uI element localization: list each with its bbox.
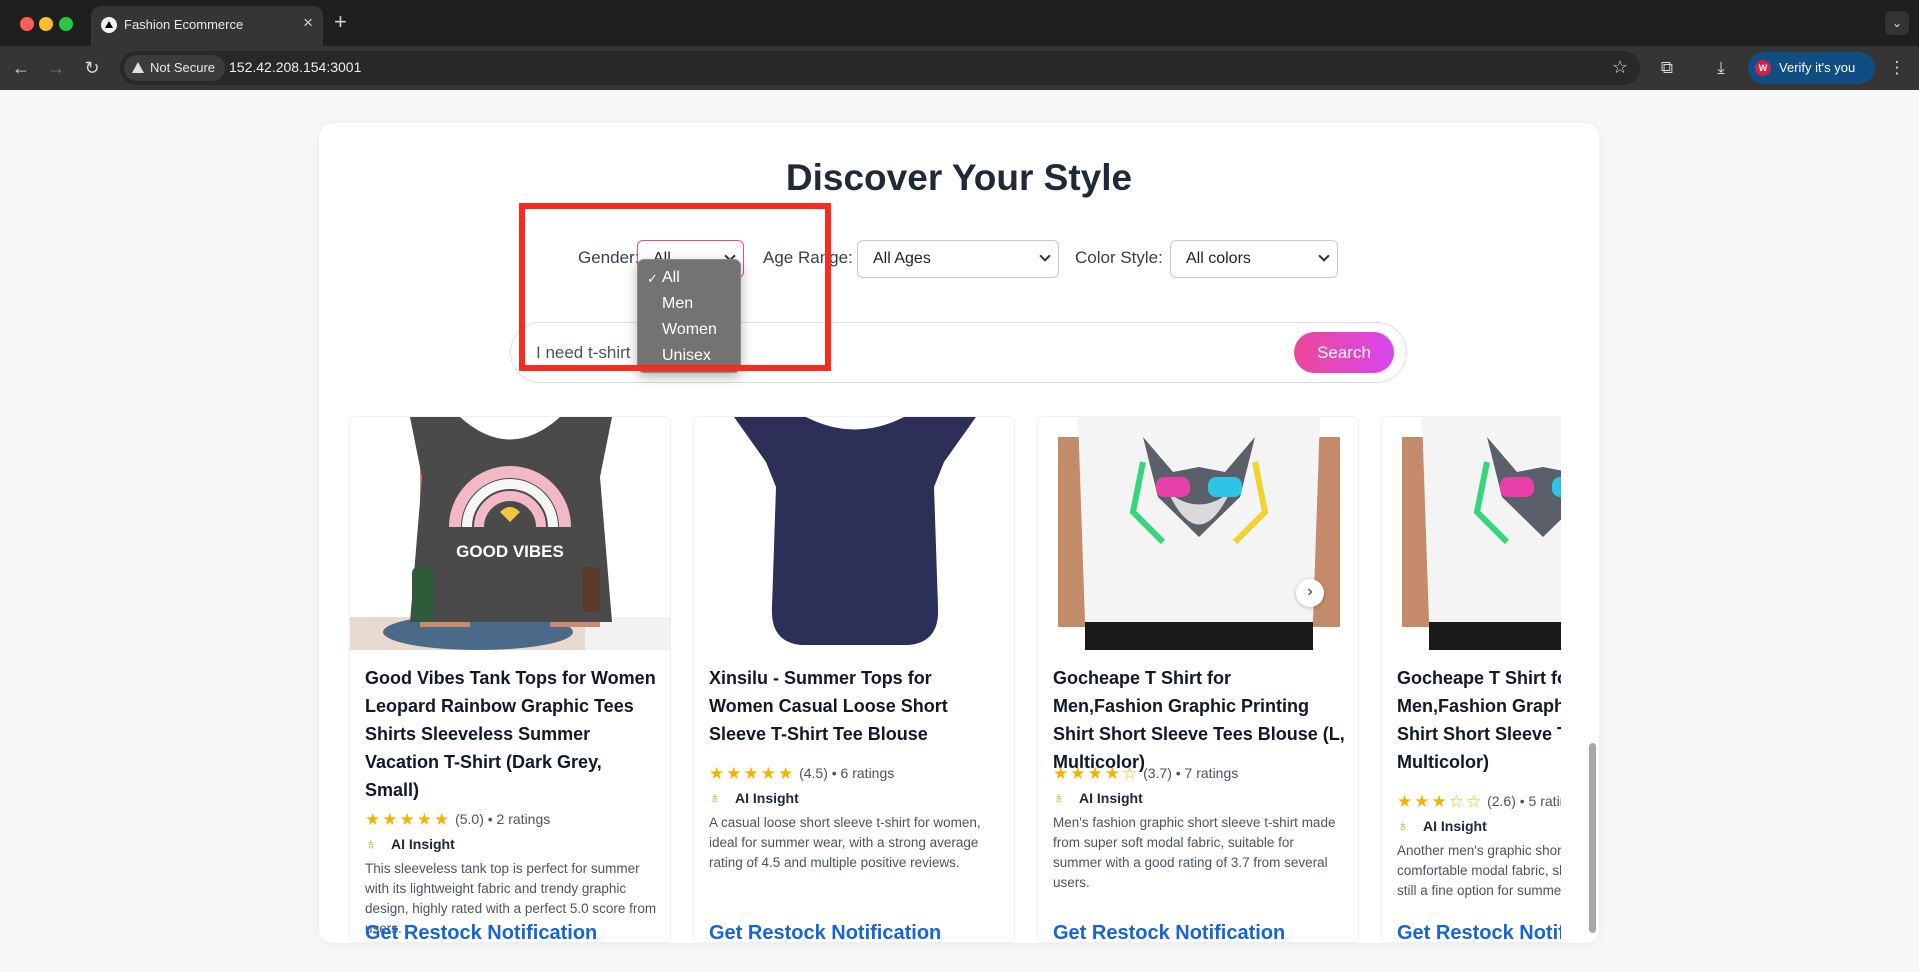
browser-tab-bar: Fashion Ecommerce × + ⌄ (0, 0, 1919, 46)
ai-insight-text: A casual loose short sleeve t-shirt for … (709, 815, 981, 870)
lightbulb-icon: ♁ (365, 836, 377, 853)
ai-insight-label: AI Insight (1079, 790, 1143, 806)
color-style-label: Color Style: (1075, 248, 1163, 267)
restock-notification-link[interactable]: Get Restock Notification (709, 922, 941, 942)
ai-insight-text: Men's fashion graphic short sleeve t-shi… (1053, 815, 1336, 890)
browser-toolbar: ← → ↻ Not Secure 152.42.208.154:3001 ☆ ⧉… (0, 46, 1919, 90)
tab-search-button[interactable]: ⌄ (1885, 11, 1909, 35)
rating-stars: ★★★☆☆ (1397, 792, 1484, 811)
tab-title: Fashion Ecommerce (124, 17, 244, 32)
address-bar[interactable]: Not Secure 152.42.208.154:3001 ☆ (120, 51, 1640, 85)
ai-insight-heading: ♁ AI Insight (709, 790, 799, 810)
rating-text: (4.5) • 6 ratings (799, 765, 895, 781)
lightbulb-icon: ♁ (709, 790, 721, 807)
lightbulb-icon: ♁ (1053, 790, 1065, 807)
carousel-next-button[interactable]: › (1296, 579, 1324, 607)
restock-notification-link[interactable]: Get Restock Notification (1397, 922, 1561, 942)
rating-text: (3.7) • 7 ratings (1143, 765, 1239, 781)
ai-insight-heading: ♁ AI Insight (365, 836, 455, 856)
restock-notification-link[interactable]: Get Restock Notification (365, 922, 597, 942)
minimize-window-button[interactable] (39, 17, 53, 31)
ai-insight-heading: ♁ AI Insight (1397, 818, 1487, 838)
lightbulb-icon: ♁ (1397, 818, 1409, 835)
new-tab-button[interactable]: + (334, 10, 347, 34)
rating-stars: ★★★★☆ (1053, 764, 1140, 783)
main-container: Discover Your Style Gender: All Age Rang… (319, 123, 1599, 943)
ai-insight-label: AI Insight (735, 790, 799, 806)
tab-close-button[interactable]: × (303, 14, 313, 32)
url-text[interactable]: 152.42.208.154:3001 (229, 59, 361, 75)
ai-insight-label: AI Insight (1423, 818, 1487, 834)
rating-text: (5.0) • 2 ratings (455, 811, 551, 827)
product-image[interactable]: GOOD VIBES (350, 417, 670, 650)
product-card[interactable]: Xinsilu - Summer Tops for Women Casual L… (693, 416, 1015, 943)
security-label: Not Secure (150, 60, 216, 75)
product-card[interactable]: Gocheape T Shirt for Men,Fashion Graphic… (1381, 416, 1561, 943)
rating-row: ★★★★★ (4.5) • 6 ratings (709, 764, 894, 784)
product-card[interactable]: GOOD VIBES Good Vibes Tank Tops for Wome… (349, 416, 671, 943)
rating-row: ★★★★★ (5.0) • 2 ratings (365, 810, 550, 830)
product-list: GOOD VIBES Good Vibes Tank Tops for Wome… (349, 416, 1561, 943)
scrollbar-thumb[interactable] (1589, 743, 1596, 933)
verify-label: Verify it's you (1779, 60, 1856, 75)
chevron-down-icon (1318, 250, 1330, 262)
search-button[interactable]: Search (1294, 332, 1394, 373)
favicon-icon (101, 17, 117, 33)
maximize-window-button[interactable] (59, 17, 73, 31)
ai-insight-text: Another men's graphic short sleeve t-shi… (1397, 843, 1561, 898)
restock-notification-link[interactable]: Get Restock Notification (1053, 922, 1285, 942)
page-title: Discover Your Style (785, 157, 1133, 198)
profile-verify-button[interactable]: W Verify it's you (1748, 52, 1875, 84)
product-title[interactable]: Gocheape T Shirt for Men,Fashion Graphic… (1053, 664, 1345, 776)
age-range-select[interactable]: All Ages (857, 240, 1059, 278)
rating-row: ★★★★☆ (3.7) • 7 ratings (1053, 764, 1238, 784)
product-image[interactable] (1382, 417, 1561, 650)
rating-row: ★★★☆☆ (2.6) • 5 ratings (1397, 792, 1561, 812)
product-title[interactable]: Xinsilu - Summer Tops for Women Casual L… (709, 664, 1001, 748)
product-image[interactable] (694, 417, 1014, 650)
warning-icon (132, 62, 144, 73)
browser-menu-icon[interactable]: ⋮ (1883, 54, 1911, 82)
close-window-button[interactable] (20, 17, 34, 31)
annotation-highlight-box (519, 203, 831, 371)
product-image[interactable] (1038, 417, 1358, 650)
reload-button[interactable]: ↻ (78, 54, 106, 82)
forward-button[interactable]: → (42, 54, 70, 82)
ai-insight-label: AI Insight (391, 836, 455, 852)
download-icon[interactable]: ⤓ (1707, 54, 1735, 82)
rating-text: (2.6) • 5 ratings (1487, 793, 1561, 809)
ai-insight-heading: ♁ AI Insight (1053, 790, 1143, 810)
avatar: W (1755, 60, 1771, 76)
browser-tab[interactable]: Fashion Ecommerce × (91, 6, 323, 46)
shirt-print-text: GOOD VIBES (456, 542, 564, 561)
color-style-value: All colors (1186, 250, 1251, 267)
rating-stars: ★★★★★ (365, 810, 452, 829)
scrollbar[interactable] (1586, 343, 1598, 943)
rating-stars: ★★★★★ (709, 764, 796, 783)
bookmark-star-icon[interactable]: ☆ (1612, 57, 1628, 78)
color-style-select[interactable]: All colors (1170, 240, 1338, 278)
security-indicator[interactable]: Not Secure (124, 55, 226, 81)
product-title[interactable]: Gocheape T Shirt for Men,Fashion Graphic… (1397, 664, 1561, 776)
extensions-icon[interactable]: ⧉ (1653, 54, 1681, 82)
back-button[interactable]: ← (7, 54, 35, 82)
product-card[interactable]: Gocheape T Shirt for Men,Fashion Graphic… (1037, 416, 1359, 943)
page-viewport: Discover Your Style Gender: All Age Rang… (0, 90, 1919, 972)
product-title[interactable]: Good Vibes Tank Tops for Women Leopard R… (365, 664, 657, 804)
chevron-down-icon (1039, 250, 1051, 262)
age-range-value: All Ages (873, 250, 931, 267)
